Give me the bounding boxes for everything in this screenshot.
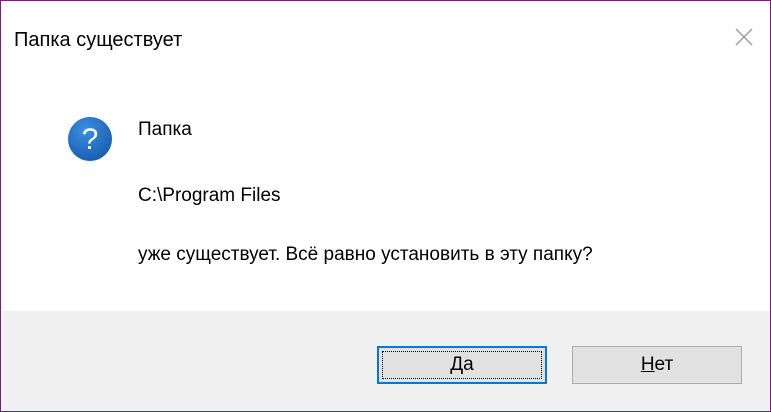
no-button[interactable]: Нет (572, 346, 742, 384)
message-dialog: Папка существует ? Папка C:\Program File… (0, 0, 771, 412)
yes-button-label: Да (450, 354, 474, 375)
message-line-path: C:\Program Files (138, 185, 281, 206)
svg-text:?: ? (82, 123, 99, 156)
dialog-title: Папка существует (14, 29, 183, 51)
title-bar[interactable]: Папка существует (1, 1, 770, 79)
no-button-label: Нет (640, 354, 674, 375)
message-line-question: уже существует. Всё равно установить в э… (138, 244, 593, 265)
button-bar: Да Нет (1, 311, 770, 411)
yes-button[interactable]: Да (377, 346, 547, 384)
message-line-folder: Папка (138, 119, 192, 140)
close-icon (735, 28, 753, 46)
close-button[interactable] (718, 11, 770, 63)
dialog-content: ? Папка C:\Program Files уже существует.… (1, 79, 770, 311)
question-icon: ? (68, 117, 112, 161)
